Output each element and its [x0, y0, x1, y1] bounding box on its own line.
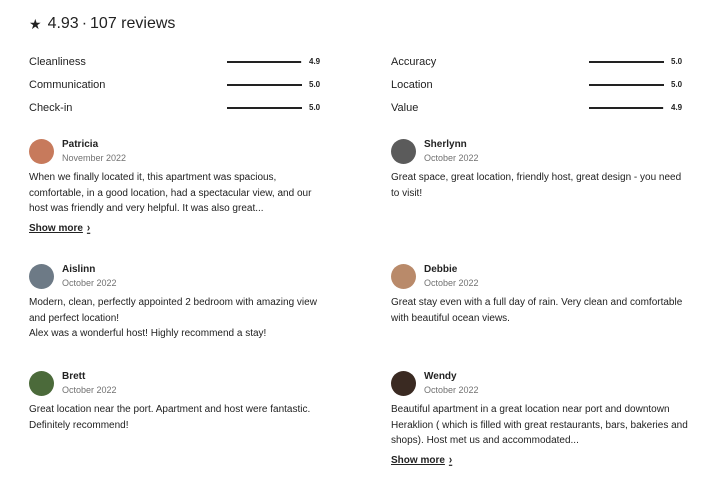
review-card: Patricia November 2022 When we finally l… — [29, 139, 329, 236]
rating-label: Value — [391, 102, 419, 114]
review-card: Debbie October 2022 Great stay even with… — [391, 264, 691, 326]
reviewer-name: Patricia — [62, 139, 99, 150]
ratings-left-column: Cleanliness 4.9 Communication 5.0 Check-… — [29, 53, 322, 122]
rating-bar-fill — [227, 61, 301, 63]
rating-bar — [227, 61, 302, 63]
review-header: Debbie October 2022 — [391, 264, 691, 289]
avatar[interactable] — [391, 264, 416, 289]
rating-row: Accuracy 5.0 — [391, 53, 684, 76]
rating-value: 4.9 — [671, 103, 683, 112]
review-count: 107 reviews — [90, 15, 176, 32]
review-date: October 2022 — [62, 385, 117, 395]
separator: · — [81, 15, 88, 32]
reviews-section: ★ 4.93 · 107 reviews Cleanliness 4.9 Com… — [0, 0, 720, 489]
rating-value: 5.0 — [309, 103, 321, 112]
review-text: When we finally located it, this apartme… — [29, 172, 312, 214]
review-header: Patricia November 2022 — [29, 139, 329, 164]
review-date: October 2022 — [424, 153, 479, 163]
rating-bar — [227, 107, 302, 109]
review-card: Sherlynn October 2022 Great space, great… — [391, 139, 691, 201]
review-header: Sherlynn October 2022 — [391, 139, 691, 164]
rating-row: Cleanliness 4.9 — [29, 53, 322, 76]
review-card: Brett October 2022 Great location near t… — [29, 371, 329, 433]
review-text: Great location near the port. Apartment … — [29, 404, 311, 431]
rating-row: Check-in 5.0 — [29, 99, 322, 122]
rating-row: Location 5.0 — [391, 76, 684, 99]
review-card: Wendy October 2022 Beautiful apartment i… — [391, 371, 691, 468]
review-text: Great space, great location, friendly ho… — [391, 172, 682, 199]
rating-label: Check-in — [29, 102, 73, 114]
reviewer-name: Brett — [62, 371, 86, 382]
avatar[interactable] — [391, 139, 416, 164]
rating-label: Accuracy — [391, 56, 437, 68]
rating-bar — [589, 107, 664, 109]
show-more-label: Show more — [29, 222, 83, 234]
show-more-label: Show more — [391, 454, 445, 466]
review-text: Beautiful apartment in a great location … — [391, 404, 688, 446]
rating-value: 5.0 — [671, 57, 683, 66]
review-header: Brett October 2022 — [29, 371, 329, 396]
rating-label: Cleanliness — [29, 56, 86, 68]
rating-value: 5.0 — [671, 80, 683, 89]
rating-value: 5.0 — [309, 80, 321, 89]
review-card: Aislinn October 2022 Modern, clean, perf… — [29, 264, 329, 342]
rating-bar-fill — [227, 107, 302, 109]
review-date: October 2022 — [424, 278, 479, 288]
review-header: Aislinn October 2022 — [29, 264, 329, 289]
reviewer-name: Sherlynn — [424, 139, 467, 150]
avatar[interactable] — [391, 371, 416, 396]
rating-bar — [589, 84, 664, 86]
review-header: Wendy October 2022 — [391, 371, 691, 396]
avatar[interactable] — [29, 139, 54, 164]
rating-bar — [227, 84, 302, 86]
avatar[interactable] — [29, 371, 54, 396]
overall-rating: 4.93 — [47, 15, 79, 32]
reviewer-name: Debbie — [424, 264, 458, 275]
review-text: Great stay even with a full day of rain.… — [391, 297, 683, 324]
rating-label: Location — [391, 79, 433, 91]
star-icon: ★ — [29, 15, 42, 32]
rating-bar — [589, 61, 664, 63]
ratings-right-column: Accuracy 5.0 Location 5.0 Value 4.9 — [391, 53, 684, 122]
rating-row: Communication 5.0 — [29, 76, 322, 99]
reviewer-name: Wendy — [424, 371, 457, 382]
avatar[interactable] — [29, 264, 54, 289]
rating-bar-fill — [589, 61, 664, 63]
chevron-right-icon: › — [86, 221, 91, 235]
reviewer-name: Aislinn — [62, 264, 96, 275]
review-date: October 2022 — [424, 385, 479, 395]
rating-row: Value 4.9 — [391, 99, 684, 122]
show-more-link[interactable]: Show more › — [391, 453, 453, 467]
rating-bar-fill — [227, 84, 302, 86]
rating-label: Communication — [29, 79, 106, 91]
review-date: October 2022 — [62, 278, 117, 288]
chevron-right-icon: › — [448, 453, 453, 467]
rating-bar-fill — [589, 84, 664, 86]
show-more-link[interactable]: Show more › — [29, 221, 91, 235]
review-date: November 2022 — [62, 153, 127, 163]
rating-bar-fill — [589, 107, 663, 109]
review-text: Modern, clean, perfectly appointed 2 bed… — [29, 297, 317, 339]
rating-value: 4.9 — [309, 57, 321, 66]
reviews-header: ★ 4.93 · 107 reviews — [29, 15, 175, 33]
